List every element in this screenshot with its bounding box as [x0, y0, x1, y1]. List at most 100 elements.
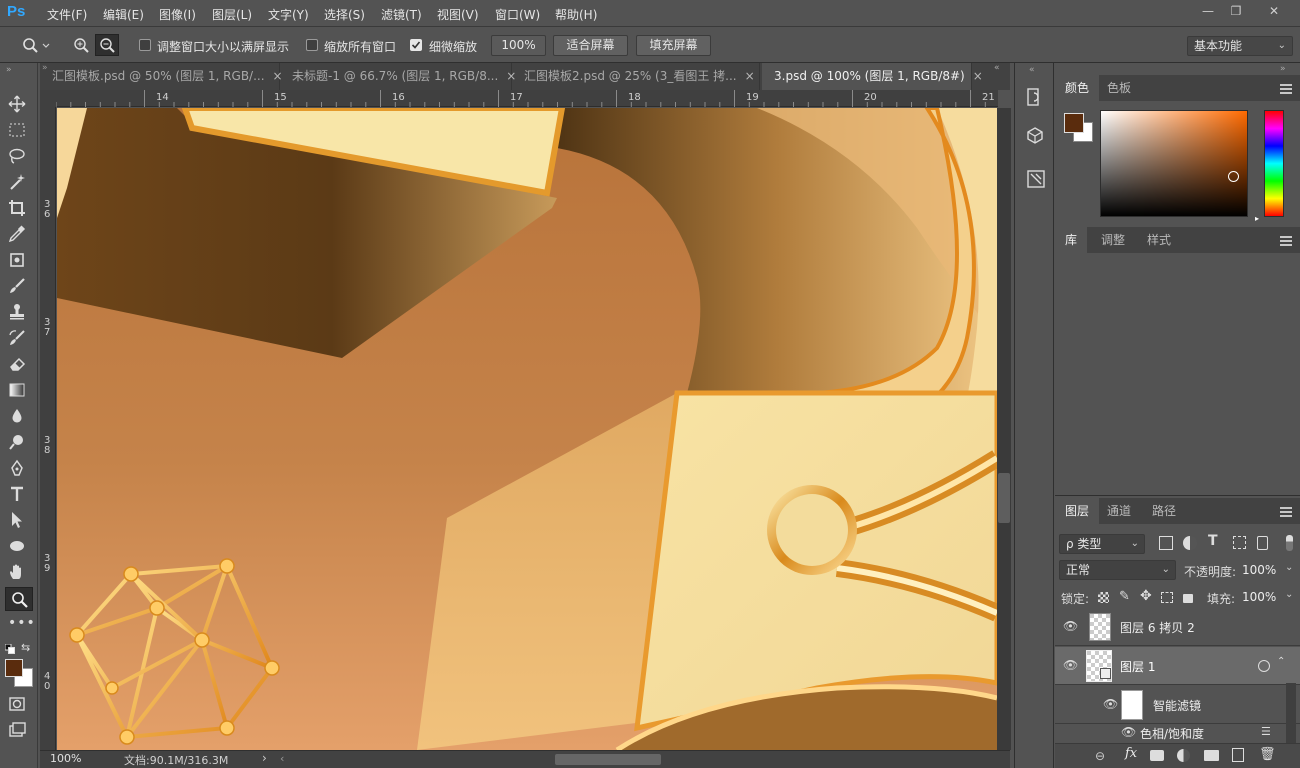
more-tools-icon[interactable]: ••• — [8, 615, 35, 635]
menu-select[interactable]: 选择(S) — [324, 6, 365, 23]
resize-windows-checkbox[interactable] — [139, 39, 151, 51]
tab-swatches[interactable]: 色板 — [1097, 75, 1141, 101]
fx-icon[interactable]: fx — [1125, 746, 1137, 761]
tab-layers[interactable]: 图层 — [1055, 498, 1100, 524]
horizontal-ruler[interactable]: 14 15 16 17 18 19 20 21 — [56, 90, 998, 107]
layer-row[interactable]: 👁 图层 6 拷贝 2 — [1055, 608, 1300, 646]
status-zoom[interactable]: 100% — [50, 752, 81, 765]
filter-options-icon[interactable]: ☰ — [1261, 725, 1271, 738]
dodge-tool-icon[interactable] — [8, 433, 30, 453]
visibility-eye-icon[interactable]: 👁 — [1121, 725, 1136, 739]
clone-stamp-tool-icon[interactable] — [8, 303, 30, 323]
visibility-eye-icon[interactable]: 👁 — [1063, 619, 1078, 633]
paths-panel-icon[interactable] — [1026, 169, 1046, 192]
eyedropper-tool-icon[interactable] — [8, 225, 30, 245]
pen-tool-icon[interactable] — [8, 459, 30, 479]
folder-icon[interactable] — [1204, 750, 1219, 761]
lock-artboard-icon[interactable] — [1161, 592, 1173, 603]
visibility-eye-icon[interactable]: 👁 — [1063, 658, 1078, 672]
hscroll-left-icon[interactable]: ‹ — [280, 752, 284, 765]
menu-filter[interactable]: 滤镜(T) — [381, 6, 422, 23]
ellipse-tool-icon[interactable] — [8, 537, 30, 557]
quick-mask-icon[interactable] — [8, 695, 30, 715]
tab-color[interactable]: 颜色 — [1055, 75, 1100, 101]
filter-item-row[interactable]: 👁 色相/饱和度 ☰ — [1055, 723, 1300, 743]
default-colors-icon[interactable] — [4, 643, 15, 654]
panel-menu-icon[interactable] — [1280, 236, 1292, 246]
tab-hui-template-2[interactable]: 汇图模板2.psd @ 25% (3_看图王 拷... × — [512, 63, 760, 90]
layer-filter-select[interactable]: ρ 类型 ⌄ — [1059, 534, 1145, 554]
workspace-select[interactable]: 基本功能 ⌄ — [1187, 36, 1293, 56]
move-tool-icon[interactable] — [8, 95, 30, 115]
eraser-tool-icon[interactable] — [8, 355, 30, 375]
link-icon[interactable]: ⊖ — [1095, 749, 1105, 763]
panel-menu-icon[interactable] — [1280, 507, 1292, 517]
panel-menu-icon[interactable] — [1280, 84, 1292, 94]
3d-panel-icon[interactable] — [1026, 126, 1044, 149]
chevron-down-icon[interactable]: ⌄ — [1285, 589, 1293, 600]
vertical-scrollbar[interactable] — [997, 108, 1011, 750]
collapse-effects-icon[interactable]: ⌃ — [1277, 656, 1285, 667]
color-field[interactable] — [1100, 110, 1248, 217]
tab-channels[interactable]: 通道 — [1097, 498, 1141, 524]
hand-tool-icon[interactable] — [8, 563, 30, 583]
crop-tool-icon[interactable] — [8, 199, 30, 219]
lock-all-icon[interactable] — [1183, 594, 1193, 603]
hue-slider[interactable] — [1264, 110, 1284, 217]
menu-type[interactable]: 文字(Y) — [268, 6, 309, 23]
lock-pixels-icon[interactable]: ✎ — [1119, 589, 1130, 604]
tab-libraries[interactable]: 库 — [1055, 227, 1088, 253]
foreground-color-swatch[interactable] — [5, 659, 23, 677]
close-button[interactable]: ✕ — [1262, 4, 1286, 20]
color-picker-handle[interactable] — [1228, 171, 1239, 182]
tab-close-icon[interactable]: × — [745, 69, 755, 83]
fill-screen-button[interactable]: 填充屏幕 — [636, 35, 711, 56]
blur-tool-icon[interactable] — [8, 407, 30, 427]
tabs-overflow-icon[interactable]: « — [994, 63, 1000, 73]
lock-position-icon[interactable]: ✥ — [1140, 588, 1152, 604]
new-layer-icon[interactable] — [1232, 748, 1244, 762]
layers-scrollbar[interactable] — [1286, 683, 1296, 745]
adjustment-icon[interactable] — [1177, 749, 1190, 762]
fit-screen-button[interactable]: 适合屏幕 — [553, 35, 628, 56]
tab-styles[interactable]: 样式 — [1137, 227, 1181, 253]
filter-smart-object-icon[interactable] — [1257, 536, 1268, 550]
zoom-in-icon[interactable] — [73, 37, 91, 58]
zoom-out-icon[interactable] — [95, 34, 119, 56]
collapse-panels-icon[interactable]: » — [1280, 64, 1286, 74]
zoom-tool-icon[interactable] — [5, 587, 33, 611]
tab-3-psd[interactable]: 3.psd @ 100% (图层 1, RGB/8#) × — [762, 63, 983, 90]
healing-brush-tool-icon[interactable] — [8, 251, 30, 271]
brush-tool-icon[interactable] — [8, 277, 30, 297]
smart-filter-indicator-icon[interactable] — [1258, 660, 1270, 672]
tab-paths[interactable]: 路径 — [1142, 498, 1186, 524]
visibility-eye-icon[interactable]: 👁 — [1103, 697, 1118, 711]
restore-button[interactable]: ❐ — [1224, 4, 1248, 20]
filter-toggle-icon[interactable] — [1286, 535, 1293, 551]
collapse-toolbar-icon[interactable]: » — [6, 65, 20, 75]
mask-icon[interactable] — [1150, 750, 1164, 761]
minimize-button[interactable]: — — [1196, 4, 1220, 20]
marquee-tool-icon[interactable] — [8, 121, 30, 141]
path-selection-tool-icon[interactable] — [8, 511, 30, 531]
zoom-all-checkbox[interactable] — [306, 39, 318, 51]
menu-view[interactable]: 视图(V) — [437, 6, 479, 23]
filter-shape-icon[interactable] — [1233, 536, 1246, 549]
vertical-scroll-thumb[interactable] — [998, 473, 1010, 523]
menu-image[interactable]: 图像(I) — [159, 6, 196, 23]
zoom-value-field[interactable]: 100% — [491, 35, 546, 56]
panel-fg-color-swatch[interactable] — [1064, 113, 1084, 133]
history-brush-tool-icon[interactable] — [8, 329, 30, 349]
vertical-ruler[interactable]: 3 6 3 7 3 8 3 9 4 0 — [40, 107, 56, 750]
chevron-down-icon[interactable]: ⌄ — [1285, 562, 1293, 573]
smart-filter-row[interactable]: 👁 智能滤镜 — [1055, 686, 1300, 724]
document-canvas[interactable] — [57, 108, 997, 750]
menu-edit[interactable]: 编辑(E) — [103, 6, 144, 23]
tab-adjustments[interactable]: 调整 — [1091, 227, 1135, 253]
filter-type-icon[interactable]: T — [1208, 533, 1218, 549]
status-menu-arrow[interactable]: › — [262, 751, 267, 765]
menu-help[interactable]: 帮助(H) — [555, 6, 597, 23]
menu-layer[interactable]: 图层(L) — [212, 6, 252, 23]
screen-mode-icon[interactable] — [8, 721, 30, 741]
scrubby-zoom-checkbox[interactable] — [410, 39, 422, 51]
